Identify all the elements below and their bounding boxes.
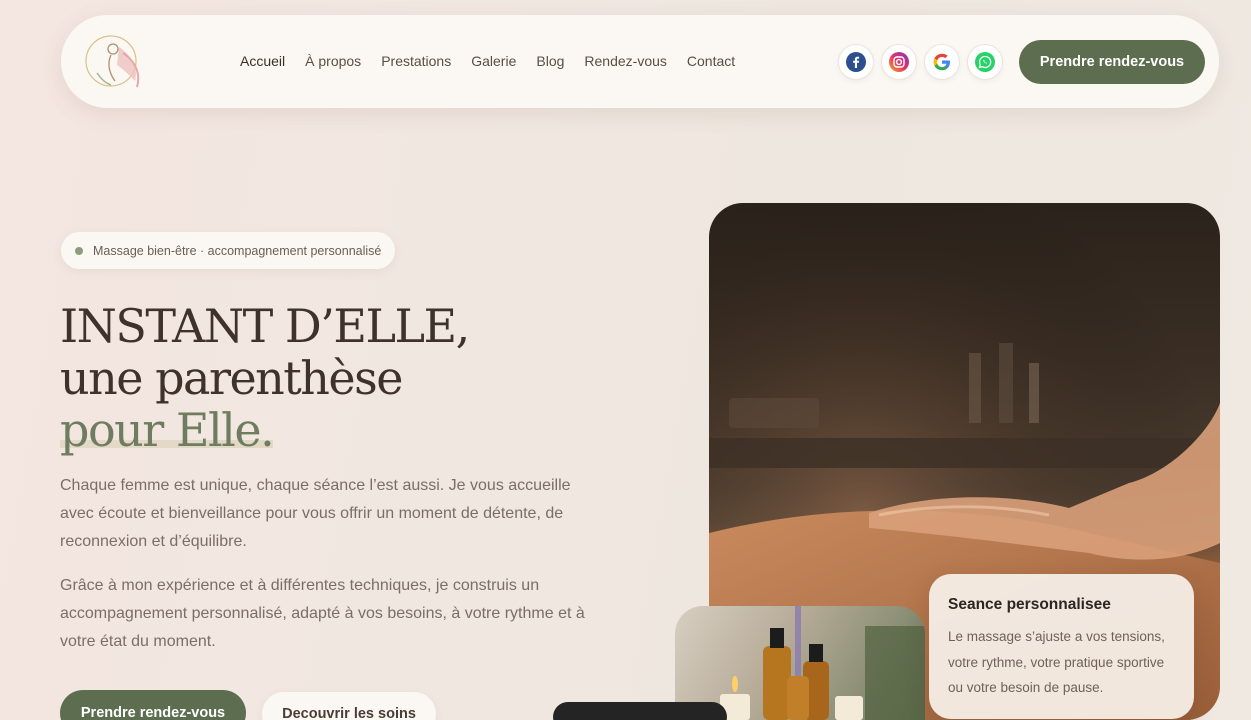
main-menu: Accueil À propos Prestations Galerie Blo… [240,53,755,69]
instagram-icon[interactable] [881,44,917,80]
hero-badge: Massage bien-être · accompagnement perso… [61,232,396,269]
whatsapp-icon[interactable] [967,44,1003,80]
personalized-session-card: Seance personnalisee Le massage s’ajuste… [929,574,1194,719]
nav-link-rendez-vous[interactable]: Rendez-vous [584,53,667,69]
nav-link-blog[interactable]: Blog [536,53,564,69]
hero-title-line1: INSTANT D’ELLE, [60,299,470,353]
hero-title-line2: une parenthèse [60,351,403,405]
nav-link-galerie[interactable]: Galerie [471,53,516,69]
book-appointment-button[interactable]: Prendre rendez-vous [1019,40,1205,84]
top-navbar: Accueil À propos Prestations Galerie Blo… [61,15,1219,108]
nav-link-prestations[interactable]: Prestations [381,53,451,69]
floating-toolbar[interactable] [553,702,727,720]
hero-title-highlight: pour Elle. [60,403,275,457]
nav-link-accueil[interactable]: Accueil [240,53,285,69]
badge-dot [75,246,83,255]
social-links [838,44,1010,80]
nav-link-contact[interactable]: Contact [687,53,735,69]
badge-text: Massage bien-être · accompagnement perso… [93,243,382,258]
card-title: Seance personnalisee [948,596,1111,613]
facebook-icon[interactable] [838,44,874,80]
hero-book-button[interactable]: Prendre rendez-vous [60,690,246,720]
hero-paragraph-2: Grâce à mon expérience et à différentes … [60,577,585,650]
discover-treatments-button[interactable]: Decouvrir les soins [262,692,436,720]
hero-title: INSTANT D’ELLE, une parenthèse pour Elle… [60,299,470,457]
hero-paragraph-1: Chaque femme est unique, chaque séance l… [60,477,571,550]
card-text: Le massage s’ajuste a vos tensions, votr… [948,629,1165,695]
nav-link-a-propos[interactable]: À propos [305,53,361,69]
google-icon[interactable] [924,44,960,80]
logo[interactable] [83,27,147,95]
